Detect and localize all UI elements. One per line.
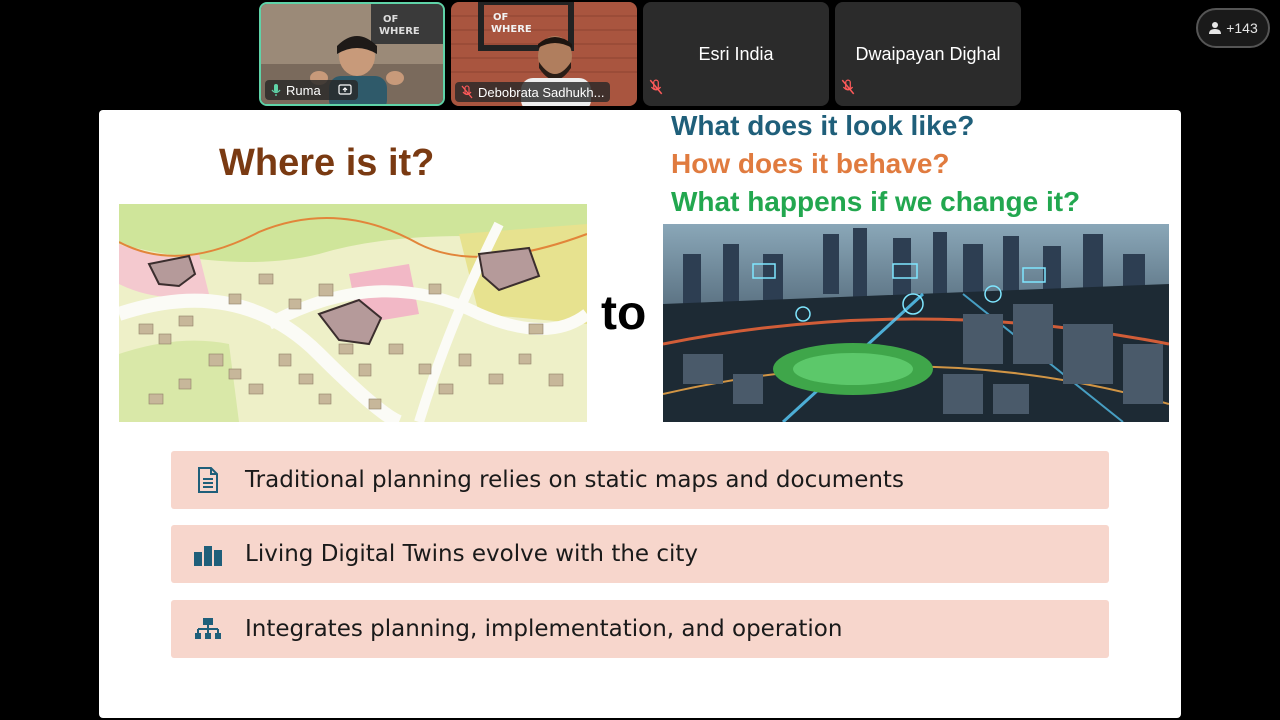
- participant-tile-ruma[interactable]: OF WHERE Ruma: [259, 2, 445, 106]
- slide-connector-to: to: [601, 287, 647, 340]
- participant-name: Debobrata Sadhukh...: [478, 84, 605, 100]
- bullet-text: Traditional planning relies on static ma…: [245, 467, 904, 493]
- mic-muted-icon: [841, 79, 855, 95]
- person-icon: [1209, 22, 1222, 34]
- bar-buildings-icon: [194, 546, 222, 566]
- svg-text:WHERE: WHERE: [491, 24, 532, 35]
- mic-muted-icon: [461, 85, 473, 99]
- slide-question-look: What does it look like?: [671, 110, 975, 141]
- participant-name-plate: Ruma: [265, 80, 358, 100]
- participant-name: Dwaipayan Dighal: [855, 44, 1001, 64]
- slide-heading-where: Where is it?: [219, 142, 435, 184]
- participant-tile-esri-india[interactable]: Esri India: [643, 2, 829, 106]
- digital-twin-city-image: [663, 224, 1169, 422]
- bullet-integrates-planning: Integrates planning, implementation, and…: [171, 600, 1109, 658]
- participant-count-button[interactable]: +143: [1196, 8, 1270, 48]
- svg-text:OF: OF: [383, 14, 398, 25]
- cadastral-map-image: [119, 204, 587, 422]
- bullet-text: Integrates planning, implementation, and…: [245, 616, 843, 642]
- participant-tile-debobrata[interactable]: OF WHERE Debobrata Sadhukh...: [451, 2, 637, 106]
- mic-on-icon: [271, 84, 281, 96]
- participant-count: +143: [1226, 20, 1258, 36]
- screen-share-icon: [338, 84, 352, 95]
- mic-muted-icon: [649, 79, 663, 95]
- participant-tile-dwaipayan[interactable]: Dwaipayan Dighal: [835, 2, 1021, 106]
- participant-name-plate: Debobrata Sadhukh...: [455, 82, 611, 102]
- document-icon: [198, 467, 218, 493]
- meeting-stage: OF WHERE Ruma OF WHERE Debobrata Sadhukh…: [0, 0, 1280, 720]
- bullet-text: Living Digital Twins evolve with the cit…: [245, 541, 699, 567]
- slide-question-behave: How does it behave?: [671, 148, 950, 179]
- bullet-traditional-planning: Traditional planning relies on static ma…: [171, 451, 1109, 509]
- slide-question-change: What happens if we change it?: [671, 186, 1081, 217]
- svg-text:WHERE: WHERE: [379, 26, 420, 37]
- participant-name: Ruma: [286, 82, 321, 98]
- svg-text:OF: OF: [493, 12, 508, 23]
- hierarchy-icon: [195, 618, 221, 639]
- participant-name: Esri India: [698, 44, 774, 64]
- shared-slide: Where is it? What does it look like? How…: [99, 110, 1181, 718]
- bullet-living-digital-twins: Living Digital Twins evolve with the cit…: [171, 525, 1109, 583]
